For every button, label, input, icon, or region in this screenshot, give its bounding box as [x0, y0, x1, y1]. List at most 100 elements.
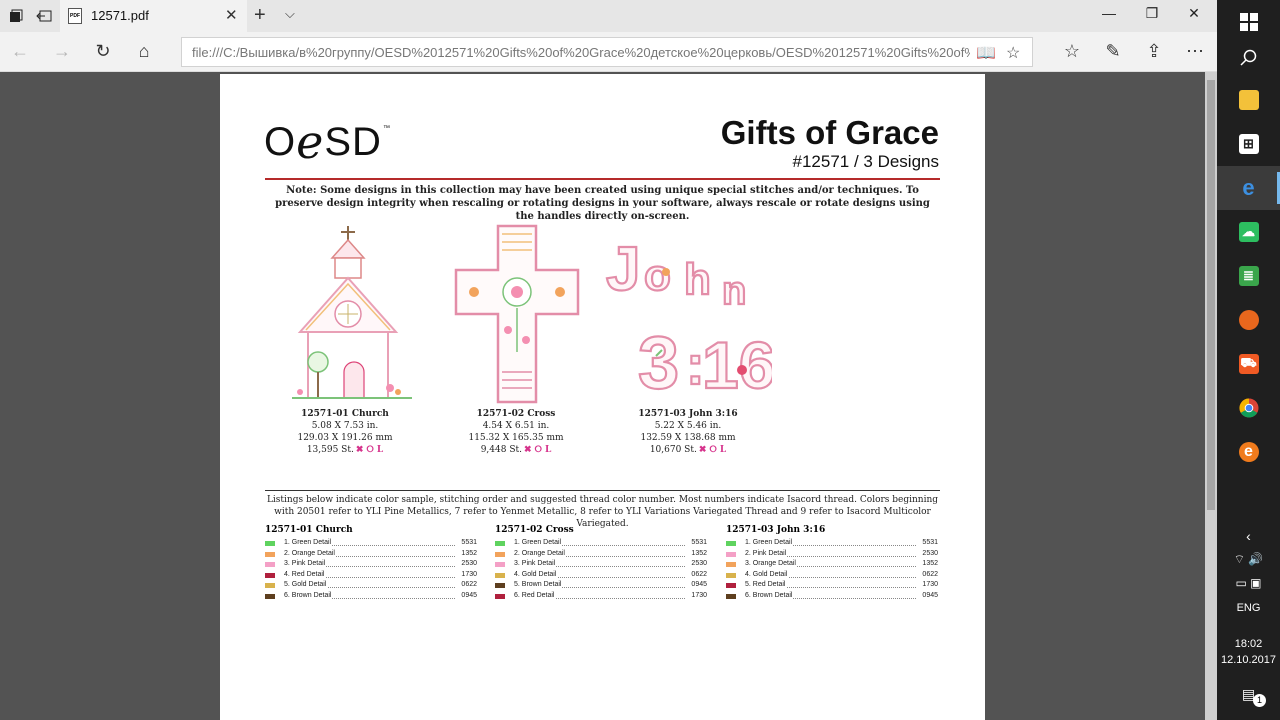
reading-view-icon[interactable]: 📖: [976, 43, 996, 63]
thread-color-label: 1. Green Detail: [745, 538, 794, 549]
color-list-title: 12571-03 John 3:16: [726, 525, 826, 535]
address-text[interactable]: file:///C:/Вышивка/в%20группу/OESD%20125…: [192, 45, 970, 60]
tab-title: 12571.pdf: [91, 8, 149, 23]
cross-design-image: [452, 222, 582, 406]
taskbar-firefox[interactable]: [1217, 298, 1280, 342]
color-swatch: [265, 562, 275, 568]
e-browser-icon: e: [1238, 442, 1259, 462]
back-icon[interactable]: ←: [9, 40, 31, 62]
input-language[interactable]: ENG: [1217, 602, 1280, 614]
taskbar-store[interactable]: ⊞: [1217, 122, 1280, 166]
taskbar-shop[interactable]: ⛟: [1217, 342, 1280, 386]
document-title: Gifts of Grace: [720, 114, 939, 151]
stitch-type-icon: ✖ ⭘ L: [355, 445, 384, 455]
windows-taskbar: ⊞ e ☁ ≣ ⛟ e ‹ ⌔ 🔊 ▭ ▣ ENG 18:02 12.10.20…: [1217, 0, 1280, 720]
share-icon[interactable]: ⇪: [1143, 40, 1165, 62]
thread-color-label: 3. Pink Detail: [514, 559, 557, 570]
thread-color-number: 0622: [922, 570, 938, 578]
edge-icon: e: [1242, 175, 1255, 200]
taskbar-chrome[interactable]: [1217, 386, 1280, 430]
tab-bar: PDF 12571.pdf ✕ + ⌵ — ❐ ✕: [0, 0, 1217, 32]
color-swatch: [495, 562, 505, 568]
thread-color-label: 3. Pink Detail: [284, 559, 327, 570]
clock-date[interactable]: 12.10.2017: [1217, 654, 1280, 666]
john-3-16-design-image: J o h n 3 : 16: [604, 228, 772, 400]
design-name: 12571-01 Church: [301, 409, 389, 419]
color-swatch: [726, 593, 736, 599]
svg-text:h: h: [684, 255, 711, 304]
thread-color-number: 1352: [922, 560, 938, 568]
design-stitch-count: 13,595 St.: [306, 445, 354, 455]
design-size-mm: 129.03 X 191.26 mm: [297, 433, 393, 443]
thread-color-number: 0945: [922, 591, 938, 599]
thread-color-row: 3. Pink Detail 2530: [265, 559, 477, 570]
show-hidden-icons[interactable]: ‹: [1217, 528, 1280, 544]
svg-text:J: J: [606, 235, 640, 304]
search-button[interactable]: [1217, 36, 1280, 80]
network-icon[interactable]: ⌔ 🔊: [1217, 552, 1280, 567]
thread-color-number: 1352: [691, 549, 707, 557]
forward-icon[interactable]: →: [51, 40, 73, 62]
battery-icon[interactable]: ▭ ▣: [1217, 576, 1280, 590]
taskbar-notes[interactable]: ≣: [1217, 254, 1280, 298]
color-swatch: [726, 541, 736, 546]
color-swatch: [265, 551, 275, 557]
church-caption: 12571-01 Church 5.08 X 7.53 in. 129.03 X…: [265, 408, 425, 456]
design-name: 12571-02 Cross: [476, 409, 556, 419]
restore-icon[interactable]: ❐: [1142, 5, 1162, 22]
search-icon: [1239, 49, 1256, 66]
color-swatch: [495, 541, 505, 546]
favorites-hub-icon[interactable]: ☆: [1061, 40, 1083, 62]
web-note-icon[interactable]: ✎: [1102, 40, 1124, 62]
thread-color-number: 1352: [461, 549, 477, 557]
address-bar[interactable]: file:///C:/Вышивка/в%20группу/OESD%20125…: [181, 37, 1033, 67]
set-tabs-aside-icon[interactable]: [35, 7, 53, 25]
cross-caption: 12571-02 Cross 4.54 X 6.51 in. 115.32 X …: [436, 408, 596, 456]
windows-icon: [1239, 13, 1258, 31]
thread-color-row: 2. Orange Detail 1352: [495, 548, 707, 560]
color-swatch: [726, 583, 736, 589]
color-list-title: 12571-02 Cross: [495, 525, 574, 535]
home-icon[interactable]: ⌂: [133, 40, 155, 62]
thread-color-row: 2. Pink Detail 2530: [726, 548, 938, 560]
tab-actions-icon[interactable]: [7, 7, 25, 25]
design-size-in: 5.22 X 5.46 in.: [654, 421, 722, 431]
taskbar-evernote[interactable]: ☁: [1217, 210, 1280, 254]
thread-color-label: 2. Orange Detail: [514, 548, 566, 560]
new-tab-icon[interactable]: +: [254, 4, 266, 27]
thread-color-row: 1. Green Detail 5531: [495, 538, 707, 549]
minimize-icon[interactable]: —: [1099, 5, 1119, 21]
color-swatch: [265, 583, 275, 589]
thread-color-label: 4. Gold Detail: [745, 569, 789, 581]
vertical-scrollbar[interactable]: [1205, 72, 1217, 720]
close-tab-icon[interactable]: ✕: [225, 6, 238, 24]
more-icon[interactable]: ⋯: [1184, 40, 1206, 62]
design-size-mm: 132.59 X 138.68 mm: [640, 433, 736, 443]
clock-time[interactable]: 18:02: [1217, 638, 1280, 650]
taskbar-ie-alt[interactable]: e: [1217, 430, 1280, 474]
chevron-down-icon[interactable]: ⌵: [285, 6, 295, 22]
cloud-icon: ☁: [1238, 222, 1259, 242]
action-center-icon[interactable]: ▤: [1217, 686, 1280, 703]
scrollbar-thumb[interactable]: [1207, 80, 1215, 510]
taskbar-file-explorer[interactable]: [1217, 78, 1280, 122]
color-swatch: [495, 551, 505, 557]
thread-color-row: 3. Pink Detail 2530: [495, 559, 707, 570]
design-size-mm: 115.32 X 165.35 mm: [468, 433, 564, 443]
taskbar-edge[interactable]: e: [1217, 166, 1280, 210]
tab-active[interactable]: PDF 12571.pdf ✕: [60, 0, 247, 32]
close-window-icon[interactable]: ✕: [1184, 5, 1204, 22]
thread-color-number: 2530: [461, 560, 477, 568]
color-list-cross: 12571-02 Cross 1. Green Detail 5531 2. Ora…: [495, 525, 707, 602]
color-swatch: [265, 593, 275, 599]
refresh-icon[interactable]: ↻: [92, 40, 114, 62]
thread-color-row: 3. Orange Detail 1352: [726, 559, 938, 570]
thread-color-label: 6. Red Detail: [514, 590, 556, 602]
favorite-star-icon[interactable]: ☆: [1006, 43, 1020, 63]
thread-color-row: 6. Brown Detail 0945: [726, 590, 938, 602]
thread-color-label: 1. Green Detail: [514, 538, 563, 549]
firefox-icon: [1238, 310, 1259, 330]
thread-color-number: 0622: [691, 570, 707, 578]
navigation-bar: ← → ↻ ⌂ file:///C:/Вышивка/в%20группу/OE…: [0, 32, 1217, 72]
color-list-church: 12571-01 Church 1. Green Detail 5531 2. Or…: [265, 525, 477, 602]
